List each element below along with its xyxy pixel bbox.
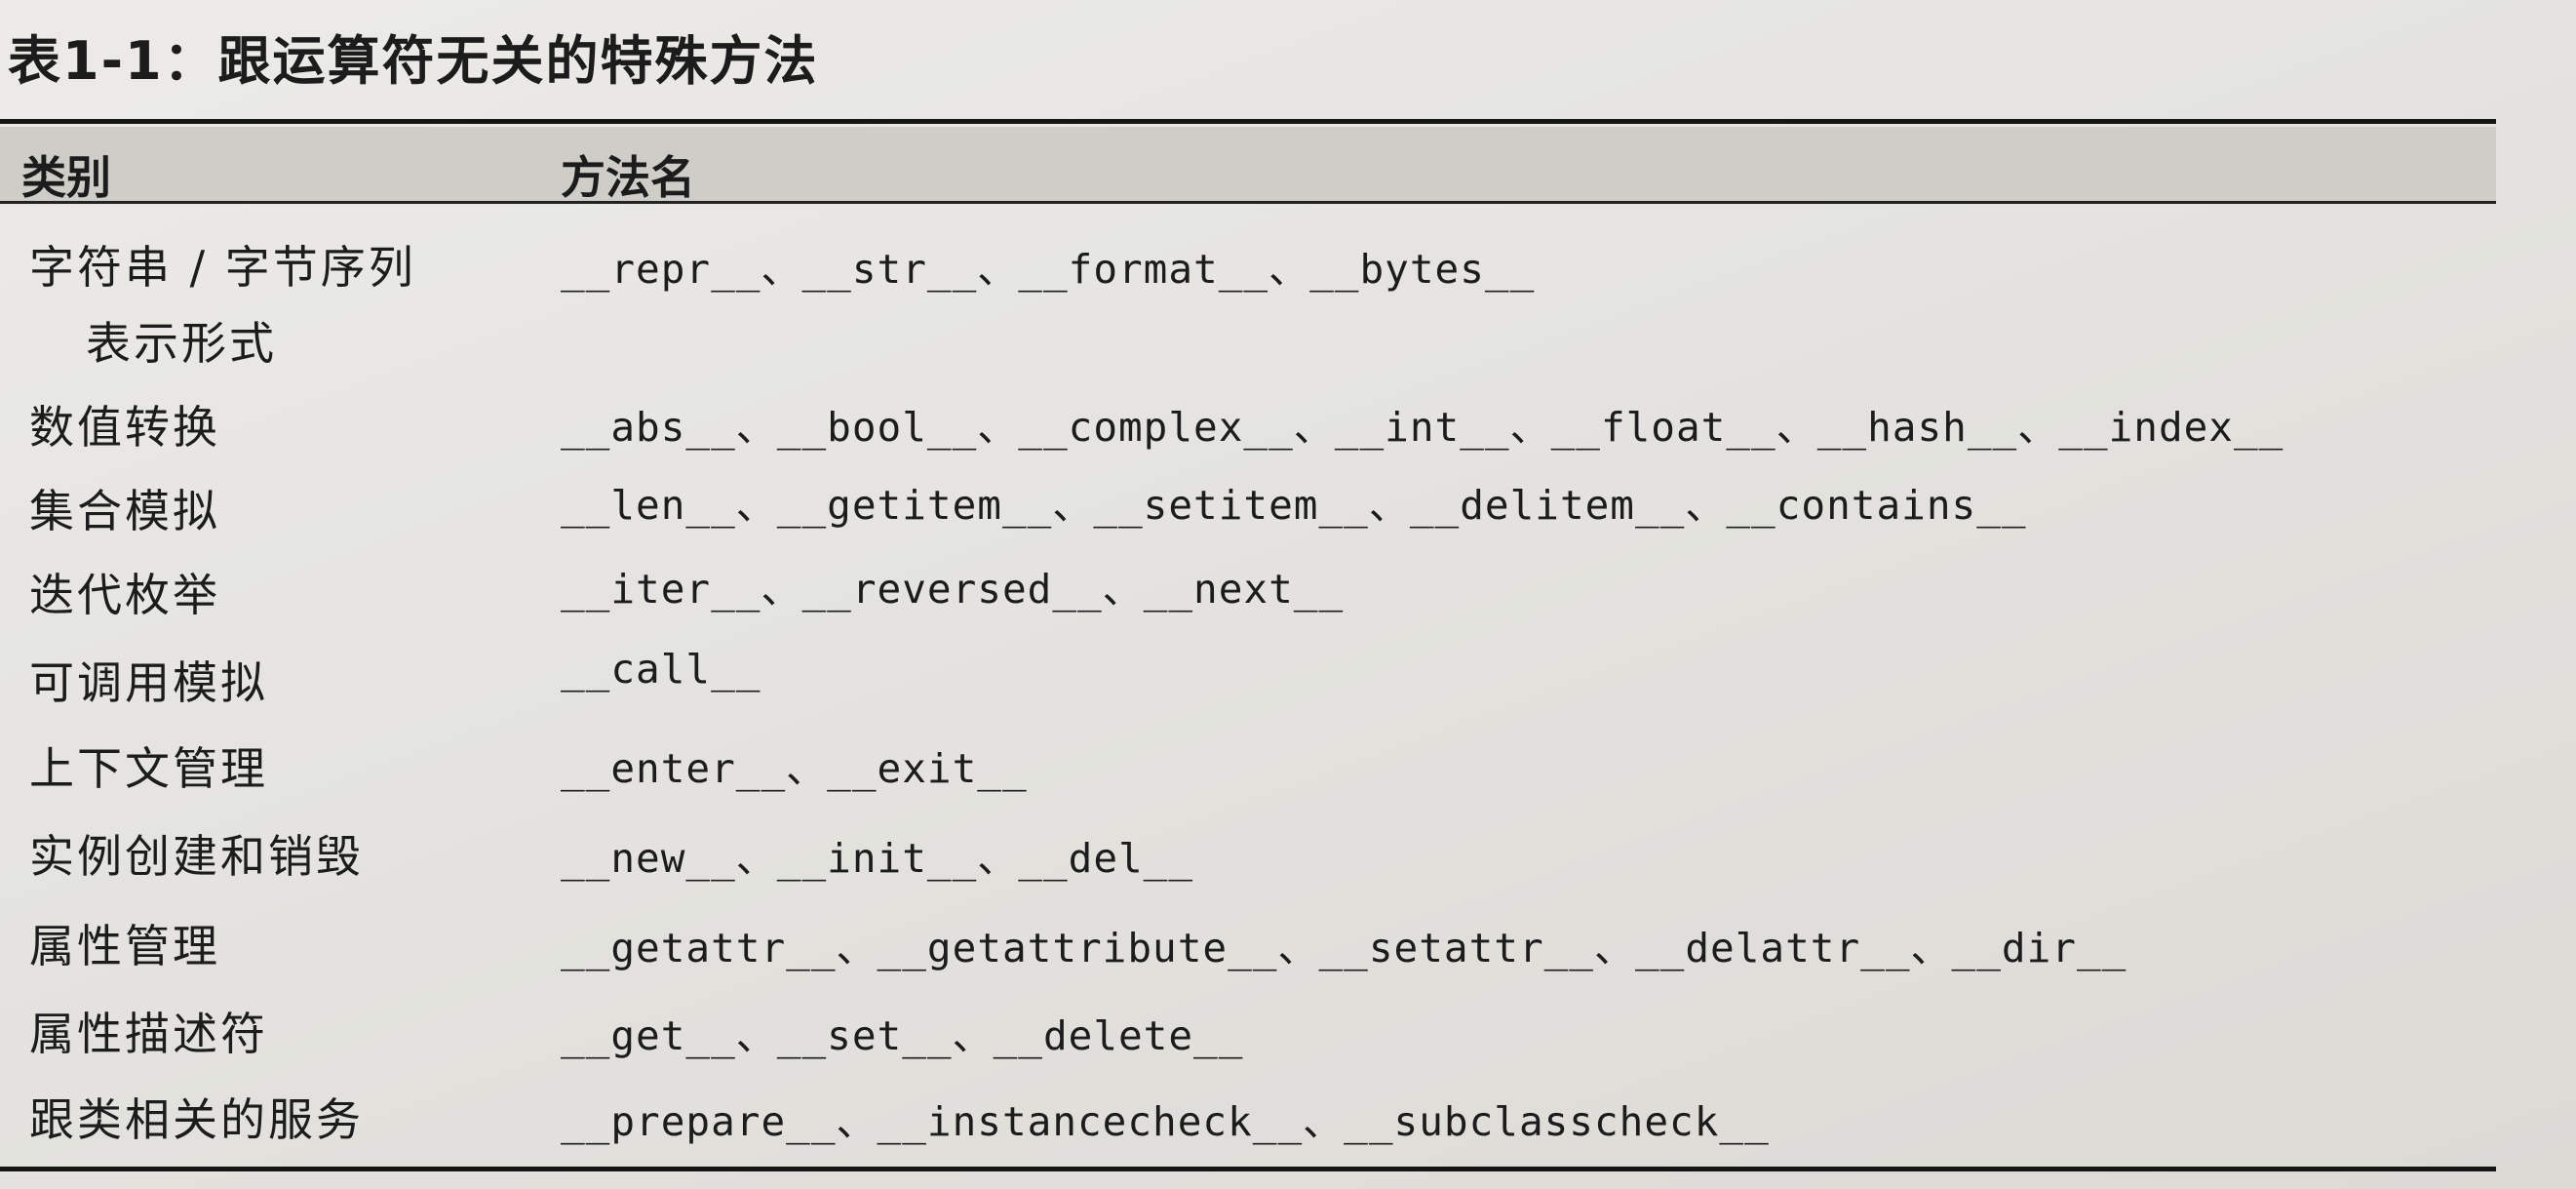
table-row: 集合模拟 __len__、__getitem__、__setitem__、__d… xyxy=(0,476,2535,554)
row-category: 字符串 / 字节序列 xyxy=(29,241,416,294)
table-header-band xyxy=(0,127,2496,201)
table-row: 跟类相关的服务 __prepare__、__instancecheck__、__… xyxy=(0,1085,2535,1163)
row-methods: __getattr__、__getattribute__、__setattr__… xyxy=(561,925,2127,971)
column-header-category: 类别 xyxy=(21,151,111,204)
row-category: 迭代枚举 xyxy=(29,569,220,621)
row-methods: __new__、__init__、__del__ xyxy=(561,835,1194,882)
row-category: 属性描述符 xyxy=(29,1008,268,1060)
table-row: 迭代枚举 __iter__、__reversed__、__next__ xyxy=(0,560,2535,638)
table-top-rule xyxy=(0,119,2496,124)
row-category: 实例创建和销毁 xyxy=(29,830,364,883)
row-category: 集合模拟 xyxy=(29,485,220,537)
row-category: 可调用模拟 xyxy=(29,656,268,709)
row-methods: __get__、__set__、__delete__ xyxy=(561,1012,1244,1059)
row-category: 跟类相关的服务 xyxy=(29,1093,364,1146)
table-row: 实例创建和销毁 __new__、__init__、__del__ xyxy=(0,821,2535,899)
table-row: 属性描述符 __get__、__set__、__delete__ xyxy=(0,999,2535,1077)
row-methods: __enter__、__exit__ xyxy=(561,745,1028,792)
row-methods: __iter__、__reversed__、__next__ xyxy=(561,566,1345,613)
row-methods: __repr__、__str__、__format__、__bytes__ xyxy=(561,246,1536,293)
table-header-rule xyxy=(0,201,2496,204)
row-category-continuation: 表示形式 xyxy=(86,317,277,370)
book-page: 表1-1：跟运算符无关的特殊方法 类别 方法名 字符串 / 字节序列 表示形式 … xyxy=(0,0,2576,1189)
table-row: 字符串 / 字节序列 表示形式 __repr__、__str__、__forma… xyxy=(0,232,2535,370)
row-methods: __abs__、__bool__、__complex__、__int__、__f… xyxy=(561,404,2284,451)
row-methods: __prepare__、__instancecheck__、__subclass… xyxy=(561,1098,1770,1145)
row-category: 数值转换 xyxy=(29,401,220,454)
table-bottom-rule xyxy=(0,1167,2496,1171)
row-category: 上下文管理 xyxy=(29,742,268,795)
table-row: 属性管理 __getattr__、__getattribute__、__seta… xyxy=(0,911,2535,989)
table-row: 数值转换 __abs__、__bool__、__complex__、__int_… xyxy=(0,392,2535,470)
column-header-method: 方法名 xyxy=(561,151,695,204)
table-row: 可调用模拟 __call__ xyxy=(0,646,2535,726)
row-methods: __call__ xyxy=(561,646,761,693)
table-row: 上下文管理 __enter__、__exit__ xyxy=(0,733,2535,812)
row-category: 属性管理 xyxy=(29,920,220,972)
row-methods: __len__、__getitem__、__setitem__、__delite… xyxy=(561,482,2027,529)
table-title: 表1-1：跟运算符无关的特殊方法 xyxy=(8,30,819,92)
